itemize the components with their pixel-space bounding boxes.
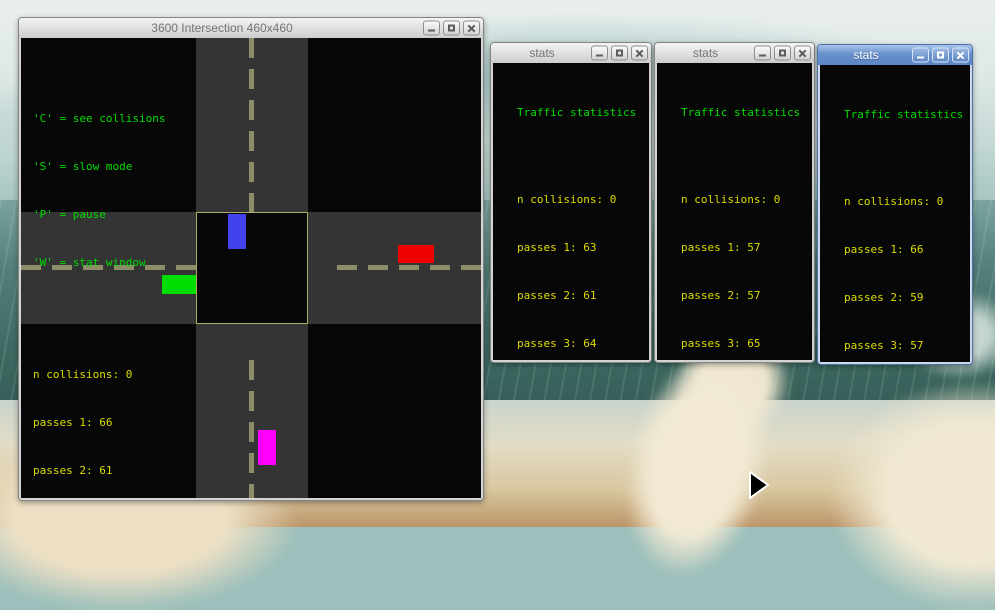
stat-line: n collisions: 0 <box>681 192 810 208</box>
lane-divider-south <box>249 360 254 498</box>
titlebar[interactable]: stats <box>655 43 814 63</box>
stat-line: passes 1: 57 <box>681 240 810 256</box>
stats-body: Traffic statistics n collisions: 0 passe… <box>493 63 649 360</box>
stat-line: passes 1: 63 <box>517 240 647 256</box>
stats-text: n collisions: 0 passes 1: 66 passes 2: 5… <box>844 162 968 362</box>
help-line: 'S' = slow mode <box>33 159 165 175</box>
window-title: 3600 Intersection 460x460 <box>23 21 421 35</box>
car-magenta <box>258 430 276 465</box>
close-button[interactable] <box>952 48 969 63</box>
intersection-window: 3600 Intersection 460x460 'C' = see coll… <box>18 17 484 501</box>
stat-line: n collisions: 0 <box>844 194 968 210</box>
stats-canvas[interactable]: Traffic statistics n collisions: 0 passe… <box>657 63 812 360</box>
close-icon <box>953 49 968 62</box>
stat-line: passes 3: 64 <box>517 336 647 352</box>
stat-line: passes 1: 66 <box>33 415 165 431</box>
maximize-icon <box>775 47 790 60</box>
window-title: stats <box>822 48 910 62</box>
window-title: stats <box>659 46 752 60</box>
minimize-icon <box>592 47 607 60</box>
maximize-icon <box>612 47 627 60</box>
car-green <box>162 275 196 294</box>
maximize-button[interactable] <box>774 46 791 61</box>
stats-window: stats Traffic statistics n collisions: 0… <box>490 42 652 363</box>
close-button[interactable] <box>631 46 648 61</box>
simulation-canvas[interactable]: 'C' = see collisions 'S' = slow mode 'P'… <box>21 38 481 498</box>
window-buttons <box>591 46 648 61</box>
titlebar[interactable]: 3600 Intersection 460x460 <box>19 18 483 38</box>
window-buttons <box>912 48 969 63</box>
minimize-button[interactable] <box>912 48 929 63</box>
minimize-button[interactable] <box>591 46 608 61</box>
help-line: 'C' = see collisions <box>33 111 165 127</box>
window-buttons <box>754 46 811 61</box>
lane-divider-north <box>249 38 254 212</box>
car-red <box>398 245 434 263</box>
minimize-button[interactable] <box>423 21 440 36</box>
minimize-icon <box>755 47 770 60</box>
stat-line: n collisions: 0 <box>517 192 647 208</box>
stats-body: Traffic statistics n collisions: 0 passe… <box>657 63 812 360</box>
close-button[interactable] <box>794 46 811 61</box>
stats-text: n collisions: 0 passes 1: 57 passes 2: 5… <box>681 160 810 360</box>
stats-canvas[interactable]: Traffic statistics n collisions: 0 passe… <box>493 63 649 360</box>
minimize-icon <box>913 49 928 62</box>
stats-heading: Traffic statistics <box>517 105 647 121</box>
console-text: 'C' = see collisions 'S' = slow mode 'P'… <box>33 47 165 498</box>
close-icon <box>795 47 810 60</box>
car-blue <box>228 214 246 249</box>
stats-heading: Traffic statistics <box>681 105 810 121</box>
titlebar[interactable]: stats <box>818 45 972 65</box>
maximize-icon <box>933 49 948 62</box>
stats-window-active: stats Traffic statistics n collisions: 0… <box>817 44 973 365</box>
maximize-button[interactable] <box>611 46 628 61</box>
stat-line: n collisions: 0 <box>33 367 165 383</box>
stats-heading: Traffic statistics <box>844 107 968 123</box>
maximize-button[interactable] <box>932 48 949 63</box>
stats-body: Traffic statistics n collisions: 0 passe… <box>820 65 970 362</box>
mouse-cursor <box>748 471 770 499</box>
close-icon <box>464 22 479 35</box>
minimize-icon <box>424 22 439 35</box>
stat-line: passes 2: 57 <box>681 288 810 304</box>
stat-line: passes 2: 61 <box>33 463 165 479</box>
close-icon <box>632 47 647 60</box>
window-title: stats <box>495 46 589 60</box>
help-line: 'W' = stat window <box>33 255 165 271</box>
close-button[interactable] <box>463 21 480 36</box>
titlebar[interactable]: stats <box>491 43 651 63</box>
maximize-icon <box>444 22 459 35</box>
stat-line: passes 3: 65 <box>681 336 810 352</box>
desktop: { "theme": { "canvas_bg": "#070707", "ro… <box>0 0 995 527</box>
window-buttons <box>423 21 480 36</box>
help-text: 'C' = see collisions 'S' = slow mode 'P'… <box>33 79 165 303</box>
maximize-button[interactable] <box>443 21 460 36</box>
lane-divider-east <box>337 265 481 270</box>
stat-line: passes 2: 61 <box>517 288 647 304</box>
stats-window: stats Traffic statistics n collisions: 0… <box>654 42 815 363</box>
stats-canvas[interactable]: Traffic statistics n collisions: 0 passe… <box>820 65 970 362</box>
intersection-box <box>196 212 308 324</box>
stat-line: passes 2: 59 <box>844 290 968 306</box>
stats-text: n collisions: 0 passes 1: 66 passes 2: 6… <box>33 335 165 498</box>
stat-line: passes 1: 66 <box>844 242 968 258</box>
stats-text: n collisions: 0 passes 1: 63 passes 2: 6… <box>517 160 647 360</box>
help-line: 'P' = pause <box>33 207 165 223</box>
stat-line: passes 3: 57 <box>844 338 968 354</box>
minimize-button[interactable] <box>754 46 771 61</box>
